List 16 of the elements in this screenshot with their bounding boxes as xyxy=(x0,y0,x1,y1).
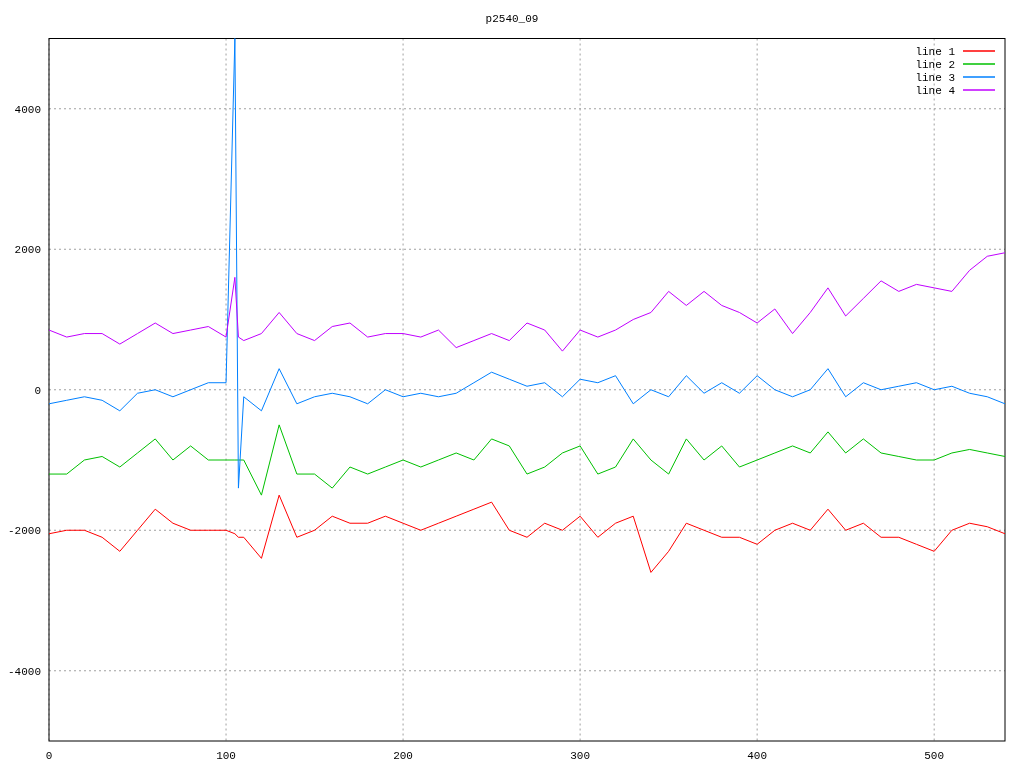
chart-title: p2540_09 xyxy=(485,11,539,27)
x-tick-label: 200 xyxy=(393,750,413,762)
y-tick-label: -2000 xyxy=(8,525,41,538)
legend-label: line 2 xyxy=(915,59,955,71)
y-tick-label: 2000 xyxy=(14,244,41,257)
x-tick-label: 0 xyxy=(45,750,53,762)
x-tick-label: 300 xyxy=(570,750,590,762)
x-tick-label: 500 xyxy=(924,750,945,762)
x-tick-label: 100 xyxy=(216,750,236,762)
legend-label: line 3 xyxy=(915,72,955,84)
legend-label: line 1 xyxy=(915,46,955,58)
y-tick-label: 4000 xyxy=(14,103,41,116)
x-tick-label: 400 xyxy=(747,750,768,762)
y-tick-label: -4000 xyxy=(8,665,41,678)
legend-label: line 4 xyxy=(915,85,955,97)
y-tick-label: 0 xyxy=(34,384,41,397)
